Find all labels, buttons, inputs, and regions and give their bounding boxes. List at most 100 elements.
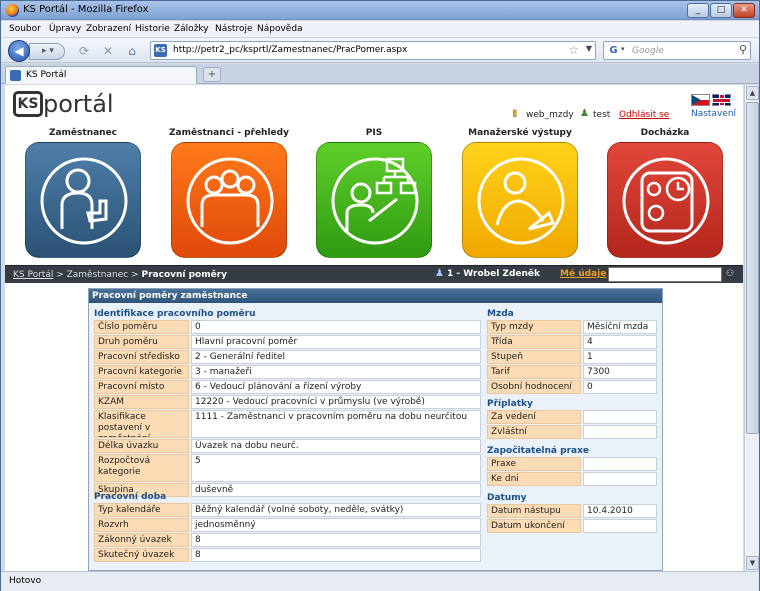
url-dropdown-icon[interactable]: ▼ (586, 44, 592, 53)
field-label: Tarif (487, 365, 581, 379)
field-label: Rozpočtová kategorie (94, 454, 189, 482)
field-value: Běžný kalendář (volné soboty, neděle, sv… (191, 503, 481, 517)
module-tile-dochazka[interactable] (607, 142, 723, 258)
field-value: 8 (191, 548, 481, 562)
google-icon[interactable]: G (607, 44, 620, 57)
window-title: KS Portál - Mozilla Firefox (23, 4, 149, 15)
site-favicon: KS (154, 44, 167, 57)
reload-icon[interactable]: ⟳ (76, 43, 92, 59)
settings-link[interactable]: Nastavení (691, 109, 736, 119)
module-label-dochazka[interactable]: Docházka (597, 128, 733, 138)
section-heading-identification: Identifikace pracovního poměru (94, 309, 256, 319)
tab-ks-portal[interactable]: KS Portál (5, 66, 197, 84)
scroll-up-arrow[interactable]: ▲ (746, 86, 759, 100)
module-tile-prehledy[interactable] (171, 142, 287, 258)
breadcrumb-separator: > (128, 270, 142, 280)
menu-nastroje[interactable]: Nástroje (215, 24, 253, 34)
menu-historie[interactable]: Historie (135, 24, 170, 34)
menu-bar: Soubor Úpravy Zobrazení Historie Záložky… (1, 21, 759, 38)
breadcrumb-root-link[interactable]: KS Portál (13, 270, 53, 280)
module-label-pis[interactable]: PIS (306, 128, 442, 138)
address-bar[interactable]: KS http://petr2_pc/ksprtl/Zamestnanec/Pr… (150, 41, 596, 60)
menu-zalozky[interactable]: Záložky (174, 24, 209, 34)
database-icon: ▮ (512, 108, 518, 119)
field-label: Rozvrh (94, 518, 189, 532)
scroll-down-arrow[interactable]: ▼ (746, 556, 759, 570)
browser-window: KS Portál - Mozilla Firefox _ □ ✕ Soubor… (0, 0, 760, 591)
address-input[interactable]: http://petr2_pc/ksprtl/Zamestnanec/PracP… (173, 45, 407, 55)
maximize-button[interactable]: □ (710, 3, 732, 18)
back-button[interactable]: ◀ (8, 40, 30, 62)
breadcrumb-mid[interactable]: Zaměstnanec (67, 270, 129, 280)
search-icon[interactable]: ⚲ (739, 43, 747, 56)
page-content: KS portál ▮ web_mzdy ♟ test Odhlásit se … (5, 85, 743, 571)
vertical-scrollbar[interactable]: ▲ ▼ (744, 85, 759, 571)
menu-upravy[interactable]: Úpravy (49, 24, 81, 34)
my-data-link[interactable]: Mé údaje (560, 269, 606, 279)
new-tab-button[interactable]: + (203, 67, 221, 82)
field-label: Druh poměru (94, 335, 189, 349)
field-value: 6 - Vedoucí plánování a řízení výroby (191, 380, 481, 394)
tab-title: KS Portál (26, 70, 67, 80)
person-icon: ♟ (435, 268, 444, 279)
attendance-clock-icon (622, 157, 710, 245)
field-label: Praxe (487, 457, 581, 471)
field-value: 8 (191, 533, 481, 547)
tab-strip: KS Portál + (1, 64, 759, 84)
module-label-manazerske[interactable]: Manažerské výstupy (452, 128, 588, 138)
field-label: Datum nástupu (487, 504, 581, 518)
logout-link[interactable]: Odhlásit se (619, 110, 669, 120)
field-value: 0 (583, 380, 657, 394)
field-label: Číslo poměru (94, 320, 189, 334)
menu-zobrazeni[interactable]: Zobrazení (86, 24, 131, 34)
field-label: Ke dni (487, 472, 581, 486)
field-label: Pracovní kategorie (94, 365, 189, 379)
field-value: 1 (583, 350, 657, 364)
field-value (583, 457, 657, 471)
manager-relax-icon (477, 157, 565, 245)
bookmark-star-icon[interactable]: ☆ (568, 43, 579, 57)
status-text: Hotovo (9, 576, 42, 586)
czech-flag-icon[interactable] (691, 94, 710, 106)
forward-button[interactable]: ▸ ▾ (29, 43, 65, 60)
section-heading-bonus: Příplatky (487, 399, 533, 409)
field-label: Pracovní středisko (94, 350, 189, 364)
breadcrumb-current: Pracovní poměry (141, 270, 228, 280)
logo-mark: KS (13, 91, 43, 117)
title-bar: KS Portál - Mozilla Firefox _ □ ✕ (1, 1, 759, 20)
module-tile-zamestnanec[interactable] (25, 142, 141, 258)
home-icon[interactable]: ⌂ (124, 43, 140, 59)
search-input[interactable]: Google (632, 46, 664, 56)
field-label: Třída (487, 335, 581, 349)
field-value (583, 425, 657, 439)
module-label-zamestnanec[interactable]: Zaměstnanec (15, 128, 151, 138)
field-label: KZAM (94, 395, 189, 409)
close-button[interactable]: ✕ (733, 3, 755, 18)
stop-icon[interactable]: ✕ (100, 43, 116, 59)
scroll-thumb[interactable] (746, 102, 759, 434)
field-label: Stupeň (487, 350, 581, 364)
search-bar[interactable]: G ▾ Google ⚲ (603, 41, 751, 60)
uk-flag-icon[interactable] (712, 94, 731, 106)
minimize-button[interactable]: _ (687, 3, 709, 18)
field-value: duševně (191, 483, 481, 497)
menu-napoveda[interactable]: Nápověda (257, 24, 303, 34)
navigation-toolbar: ▸ ▾ ◀ ⟳ ✕ ⌂ KS http://petr2_pc/ksprtl/Za… (1, 38, 759, 63)
employees-search-icon[interactable]: ⚇ (726, 269, 734, 279)
login-user-label: test (593, 110, 611, 120)
module-label-prehledy[interactable]: Zaměstnanci - přehledy (161, 128, 297, 138)
logo-text: portál (43, 90, 114, 118)
engine-dropdown-icon[interactable]: ▾ (621, 45, 625, 53)
field-value: 12220 - Vedoucí pracovníci v průmyslu (v… (191, 395, 481, 409)
menu-soubor[interactable]: Soubor (9, 24, 41, 34)
module-tile-manazerske[interactable] (462, 142, 578, 258)
user-icon: ♟ (580, 108, 589, 119)
module-tile-pis[interactable] (316, 142, 432, 258)
field-label: Datum ukončení (487, 519, 581, 533)
field-label: Za vedení (487, 410, 581, 424)
field-value: Hlavní pracovní poměr (191, 335, 481, 349)
section-heading-dates: Datumy (487, 493, 527, 503)
employee-search-input[interactable] (608, 267, 722, 282)
field-value: 4 (583, 335, 657, 349)
field-value: 0 (191, 320, 481, 334)
